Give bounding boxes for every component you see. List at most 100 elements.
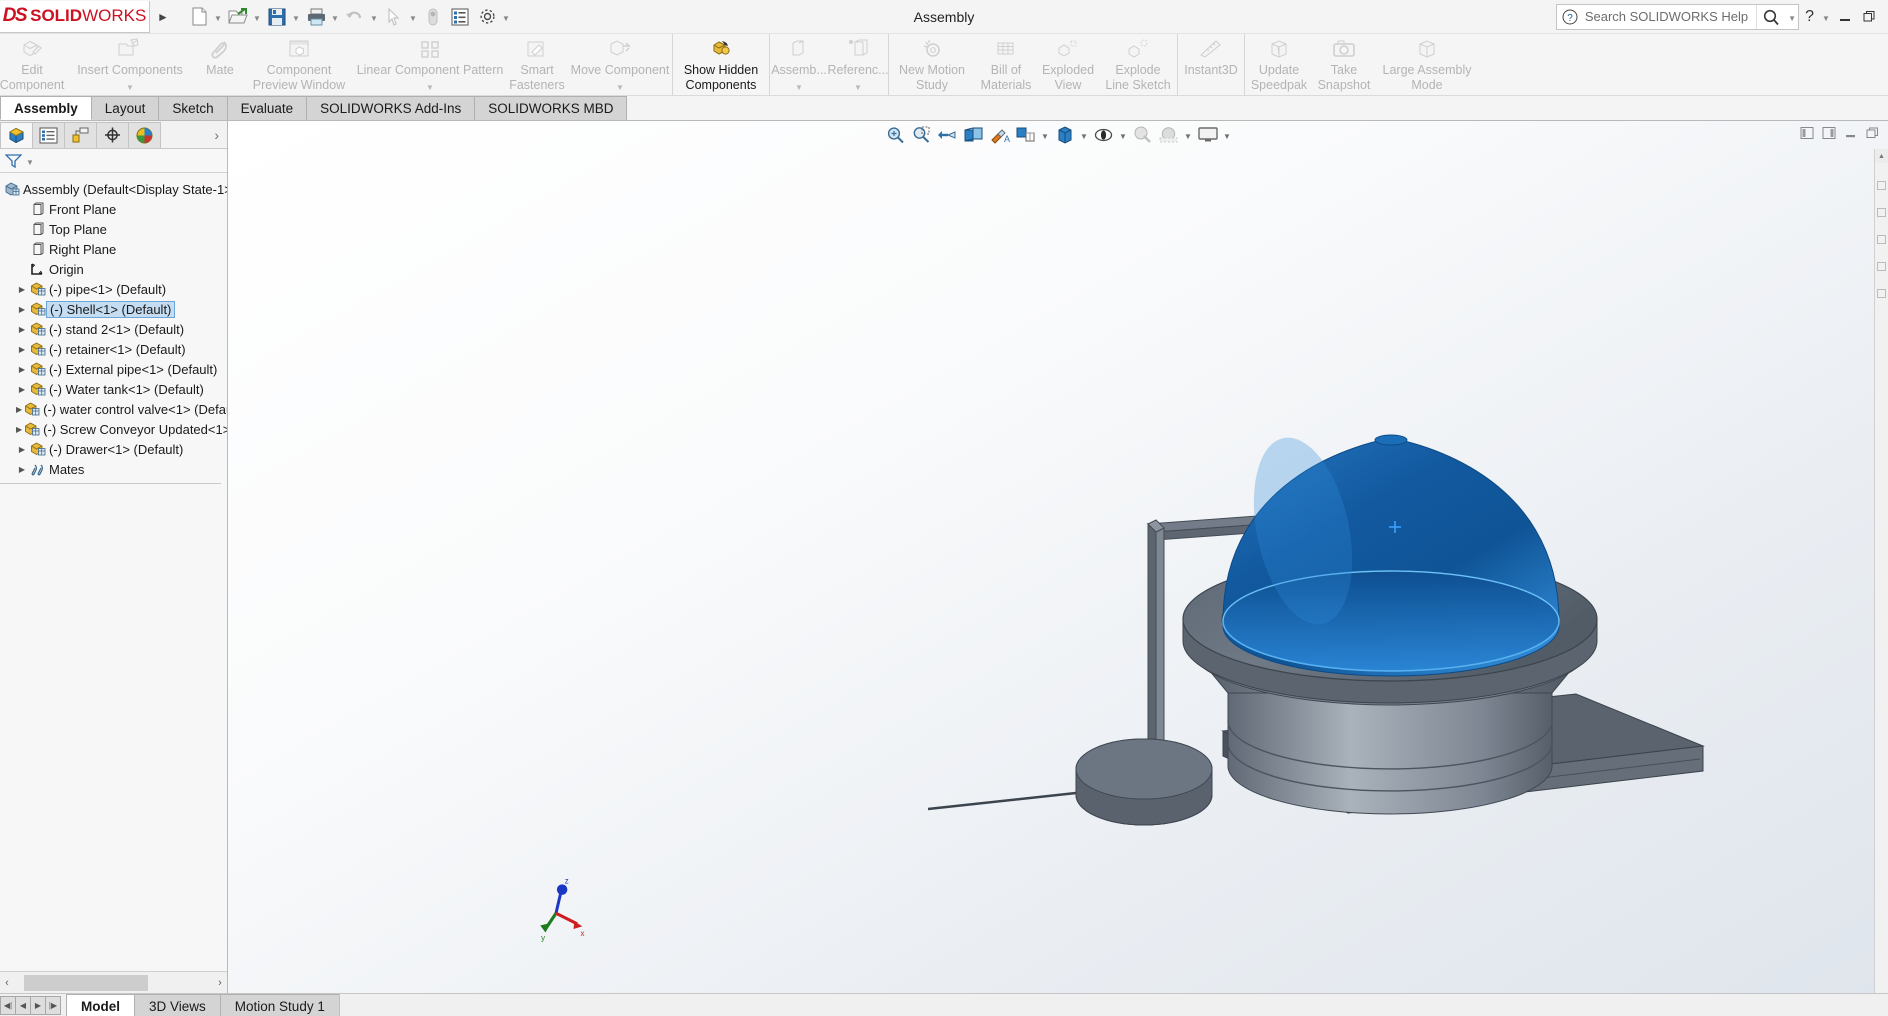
graphics-vertical-scrollbar[interactable]: ▲	[1874, 149, 1888, 993]
tab-solidworks-add-ins[interactable]: SOLIDWORKS Add-Ins	[306, 96, 476, 120]
chevron-down-icon[interactable]: ▼	[368, 3, 380, 31]
tree-item-water-tank-1-default[interactable]: ▶ (-) Water tank<1> (Default)	[0, 379, 227, 399]
next-tab-icon[interactable]: ▶	[30, 995, 46, 1015]
tab-assembly[interactable]: Assembly	[0, 96, 92, 120]
scroll-left-arrow-icon[interactable]: ‹	[0, 977, 14, 989]
chevron-down-icon[interactable]: ▼	[1222, 123, 1233, 147]
view-settings-icon[interactable]	[1196, 123, 1220, 147]
tree-item-external-pipe-1-default[interactable]: ▶ (-) External pipe<1> (Default)	[0, 359, 227, 379]
chevron-down-icon[interactable]: ▼	[795, 80, 803, 95]
feature-manager-tab[interactable]	[0, 121, 33, 148]
chevron-down-icon[interactable]: ▼	[854, 80, 862, 95]
apply-appearance-icon[interactable]	[1131, 123, 1155, 147]
chevron-down-icon[interactable]: ▼	[329, 3, 341, 31]
chevron-down-icon[interactable]: ▼	[251, 3, 263, 31]
tab-evaluate[interactable]: Evaluate	[226, 96, 308, 120]
chevron-down-icon[interactable]: ▼	[1820, 3, 1832, 31]
ribbon-button-show-hidden-components[interactable]: Show Hidden Components	[673, 34, 769, 95]
expand-arrow-icon[interactable]: ▶	[16, 319, 28, 339]
edit-appearance-icon[interactable]: A	[988, 123, 1012, 147]
document-tab-3d-views[interactable]: 3D Views	[134, 994, 221, 1016]
section-view-icon[interactable]	[962, 123, 986, 147]
zoom-to-area-icon[interactable]	[910, 123, 934, 147]
magnifier-icon[interactable]	[1756, 4, 1786, 29]
chevron-down-icon[interactable]: ▼	[24, 147, 36, 175]
tree-item-pipe-1-default[interactable]: ▶ (-) pipe<1> (Default)	[0, 279, 227, 299]
open-document-button[interactable]: ▼	[225, 2, 263, 32]
chevron-down-icon[interactable]: ▼	[500, 3, 512, 31]
expand-arrow-icon[interactable]: ▶	[16, 299, 28, 319]
tab-sketch[interactable]: Sketch	[158, 96, 228, 120]
select-tool-button[interactable]: ▼	[381, 2, 419, 32]
expand-arrow-icon[interactable]: ▶	[16, 359, 28, 379]
search-input[interactable]: Search SOLIDWORKS Help	[1583, 9, 1756, 24]
help-search-box[interactable]: ? Search SOLIDWORKS Help ▼	[1555, 3, 1800, 31]
tree-item-stand-2-1-default[interactable]: ▶ (-) stand 2<1> (Default)	[0, 319, 227, 339]
expand-arrow-icon[interactable]: ▶	[16, 339, 28, 359]
last-tab-icon[interactable]: |▶	[45, 995, 61, 1015]
undo-button[interactable]: ▼	[342, 2, 380, 32]
view-orientation-icon[interactable]	[1014, 123, 1038, 147]
chevron-down-icon[interactable]: ▼	[1079, 123, 1090, 147]
tree-item-water-control-valve-1-default[interactable]: ▶ (-) water control valve<1> (Default)	[0, 399, 227, 419]
chevron-down-icon[interactable]: ▼	[212, 3, 224, 31]
tree-item-top-plane[interactable]: Top Plane	[0, 219, 227, 239]
tree-item-shell-1-default[interactable]: ▶ (-) Shell<1> (Default)	[0, 299, 227, 319]
tree-item-front-plane[interactable]: Front Plane	[0, 199, 227, 219]
expand-panel-arrow-icon[interactable]: ›	[214, 127, 227, 143]
configuration-manager-tab[interactable]	[64, 121, 97, 148]
graphics-viewport[interactable]: A ▼ ▼ ▼ ▼ ▼ z y x ▲	[228, 121, 1888, 993]
chevron-down-icon[interactable]: ▼	[1786, 3, 1798, 31]
help-menu-button[interactable]: ?	[1801, 8, 1818, 26]
expand-arrow-icon[interactable]: ▶	[16, 439, 28, 459]
expand-arrow-icon[interactable]: ▶	[16, 379, 28, 399]
shell-dome[interactable]	[1222, 429, 1560, 677]
dimxpert-manager-tab[interactable]	[96, 121, 129, 148]
chevron-down-icon[interactable]: ▼	[1183, 123, 1194, 147]
chevron-down-icon[interactable]: ▼	[1040, 123, 1051, 147]
document-tab-motion-study-1[interactable]: Motion Study 1	[219, 994, 340, 1016]
tree-item-drawer-1-default[interactable]: ▶ (-) Drawer<1> (Default)	[0, 439, 227, 459]
print-document-button[interactable]: ▼	[303, 2, 341, 32]
menu-expand-arrow-icon[interactable]: ►	[150, 1, 176, 33]
previous-view-icon[interactable]	[936, 123, 960, 147]
scroll-right-arrow-icon[interactable]: ›	[213, 977, 227, 989]
first-tab-icon[interactable]: ◀|	[0, 995, 16, 1015]
tree-item-right-plane[interactable]: Right Plane	[0, 239, 227, 259]
filter-funnel-icon[interactable]	[2, 150, 24, 172]
previous-tab-icon[interactable]: ◀	[15, 995, 31, 1015]
document-tab-model[interactable]: Model	[66, 994, 135, 1016]
chevron-down-icon[interactable]: ▼	[407, 3, 419, 31]
options-list-button[interactable]	[447, 2, 473, 32]
save-document-button[interactable]: ▼	[264, 2, 302, 32]
zoom-to-fit-icon[interactable]	[884, 123, 908, 147]
chevron-down-icon[interactable]: ▼	[290, 3, 302, 31]
scrollbar-track[interactable]	[16, 974, 211, 991]
display-manager-tab[interactable]	[128, 121, 161, 148]
expand-arrow-icon[interactable]: ▶	[16, 459, 28, 479]
chevron-down-icon[interactable]: ▼	[426, 80, 434, 95]
display-style-icon[interactable]	[1053, 123, 1077, 147]
chevron-down-icon[interactable]: ▼	[126, 80, 134, 95]
assembly-model-3d[interactable]	[228, 131, 1888, 993]
scroll-up-arrow-icon[interactable]: ▲	[1875, 149, 1888, 163]
restore-window-button[interactable]	[1858, 4, 1880, 30]
expand-arrow-icon[interactable]: ▶	[16, 279, 28, 299]
minimize-button[interactable]	[1834, 4, 1856, 30]
tree-item-mates[interactable]: ▶ Mates	[0, 459, 227, 479]
tab-layout[interactable]: Layout	[90, 96, 160, 120]
tree-item-screw-conveyor-updated-1-d[interactable]: ▶(-) Screw Conveyor Updated<1> (D	[0, 419, 227, 439]
solidworks-logo[interactable]: DS SOLIDWORKS	[0, 0, 150, 33]
scrollbar-thumb[interactable]	[24, 974, 148, 991]
tree-item-retainer-1-default[interactable]: ▶ (-) retainer<1> (Default)	[0, 339, 227, 359]
property-manager-tab[interactable]	[32, 121, 65, 148]
tree-horizontal-scrollbar[interactable]: ‹ ›	[0, 971, 227, 993]
options-settings-button[interactable]: ▼	[474, 2, 512, 32]
chevron-down-icon[interactable]: ▼	[1118, 123, 1129, 147]
new-document-button[interactable]: ▼	[186, 2, 224, 32]
hide-show-items-icon[interactable]	[1092, 123, 1116, 147]
tab-solidworks-mbd[interactable]: SOLIDWORKS MBD	[474, 96, 628, 120]
apply-scene-icon[interactable]	[1157, 123, 1181, 147]
tree-item-origin[interactable]: Origin	[0, 259, 227, 279]
tree-filter-bar[interactable]: ▼	[0, 149, 227, 173]
